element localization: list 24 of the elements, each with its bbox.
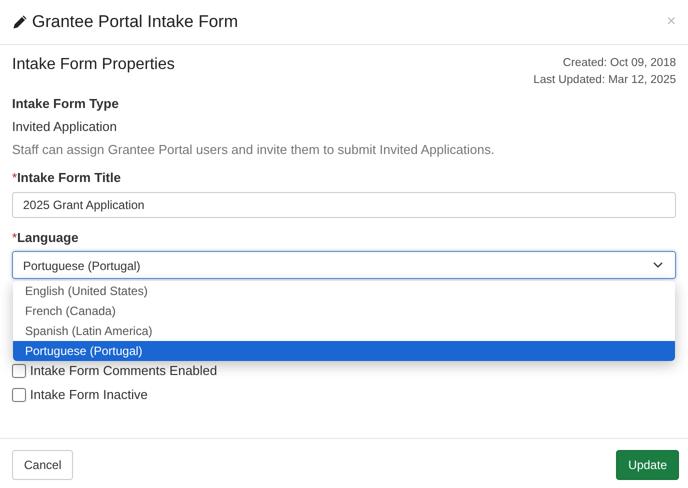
field-value: Invited Application	[12, 118, 118, 136]
checkbox-label: Intake Form Inactive	[30, 387, 148, 404]
title-input[interactable]: 2025 Grant Application	[12, 192, 676, 218]
language-select[interactable]: Portuguese (Portugal)	[12, 251, 676, 280]
required-mark: *	[12, 230, 18, 245]
dropdown-option[interactable]: English (United States)	[13, 281, 675, 302]
section-heading: Intake Form Properties	[12, 55, 175, 75]
modal-title: Grantee Portal Intake Form	[32, 12, 238, 32]
update-button[interactable]: Update	[616, 450, 679, 480]
field-label: *Language	[12, 230, 80, 246]
updated-date: Last Updated: Mar 12, 2025	[533, 73, 676, 88]
cancel-button[interactable]: Cancel	[12, 450, 74, 480]
pencil-icon	[12, 14, 28, 30]
field-label: Intake Form Type	[12, 96, 120, 113]
created-date: Created: Oct 09, 2018	[562, 56, 676, 71]
dropdown-option[interactable]: French (Canada)	[13, 301, 675, 322]
checkbox-label: Intake Form Comments Enabled	[30, 363, 218, 380]
checkbox[interactable]	[12, 388, 26, 402]
dropdown-option[interactable]: Portuguese (Portugal)	[13, 341, 675, 362]
help-text: Staff can assign Grantee Portal users and invite them to submit Invited Applications.	[12, 142, 496, 159]
field-label: *Intake Form Title	[12, 170, 122, 187]
checkbox[interactable]	[12, 364, 26, 378]
dropdown-option[interactable]: Spanish (Latin America)	[13, 321, 675, 342]
required-mark: *	[12, 170, 18, 185]
